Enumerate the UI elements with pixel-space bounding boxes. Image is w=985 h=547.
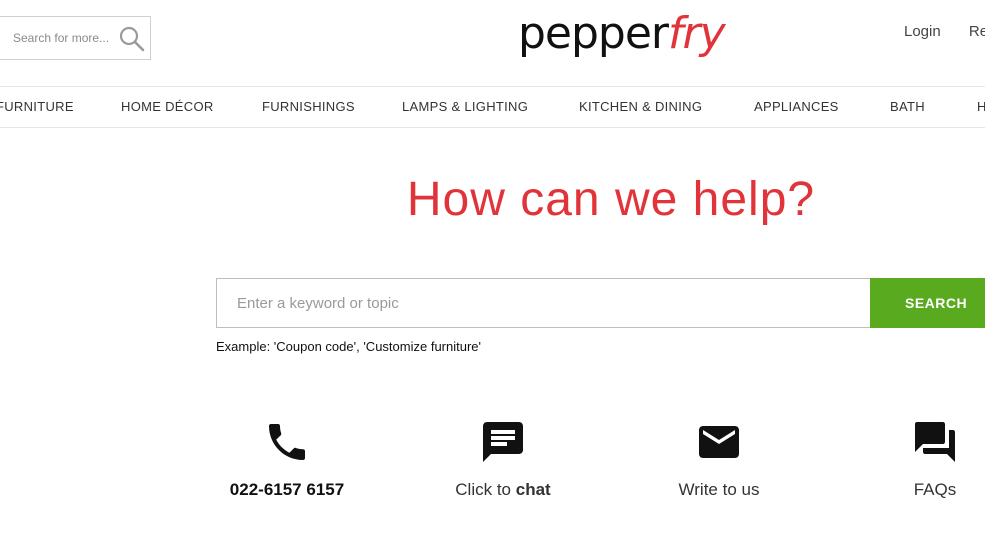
chat-icon: [483, 422, 523, 462]
contact-faqs[interactable]: FAQs: [845, 418, 985, 500]
search-icon[interactable]: [119, 26, 145, 52]
help-search-input[interactable]: Enter a keyword or topic: [216, 278, 871, 328]
site-header: Search for more... pepperfry Login Re: [0, 0, 985, 86]
phone-number: 022-6157 6157: [229, 480, 345, 499]
nav-item-lamps-lighting[interactable]: LAMPS & LIGHTING: [402, 99, 528, 114]
nav-item-kitchen-dining[interactable]: KITCHEN & DINING: [579, 99, 702, 114]
login-link[interactable]: Login: [904, 23, 941, 40]
help-search-bar: Enter a keyword or topic SEARCH: [216, 278, 985, 328]
register-link[interactable]: Re: [969, 23, 985, 40]
help-search-placeholder: Enter a keyword or topic: [237, 295, 399, 312]
contact-chat[interactable]: Click to chat: [413, 418, 593, 500]
faq-forum-icon: [915, 422, 955, 462]
nav-item-appliances[interactable]: APPLIANCES: [754, 99, 839, 114]
chat-label-prefix: Click to: [455, 480, 516, 499]
category-nav: FURNITURE HOME DÉCOR FURNISHINGS LAMPS &…: [0, 86, 985, 128]
faqs-label: FAQs: [913, 480, 957, 499]
nav-item-furniture[interactable]: FURNITURE: [0, 99, 74, 114]
contact-phone[interactable]: 022-6157 6157: [197, 418, 377, 500]
nav-item-furnishings[interactable]: FURNISHINGS: [262, 99, 355, 114]
phone-icon: [269, 424, 305, 460]
logo-text-fry: fry: [668, 8, 726, 59]
nav-item-home-decor[interactable]: HOME DÉCOR: [121, 99, 214, 114]
help-search-button[interactable]: SEARCH: [870, 278, 985, 328]
nav-item-partial[interactable]: H: [977, 99, 985, 114]
page-title: How can we help?: [406, 173, 816, 226]
write-to-us-label: Write to us: [678, 480, 760, 499]
mail-icon: [699, 426, 739, 458]
chat-label: Click to chat: [413, 480, 593, 500]
header-search-input[interactable]: Search for more...: [0, 16, 151, 60]
chat-label-bold: chat: [515, 480, 551, 499]
header-account-links: Login Re: [904, 23, 985, 40]
search-example-text: Example: 'Coupon code', 'Customize furni…: [216, 339, 482, 354]
nav-item-bath[interactable]: BATH: [890, 99, 925, 114]
contact-email[interactable]: Write to us: [629, 418, 809, 500]
logo-text-pepper: pepper: [518, 8, 669, 59]
header-search-placeholder: Search for more...: [13, 31, 110, 45]
